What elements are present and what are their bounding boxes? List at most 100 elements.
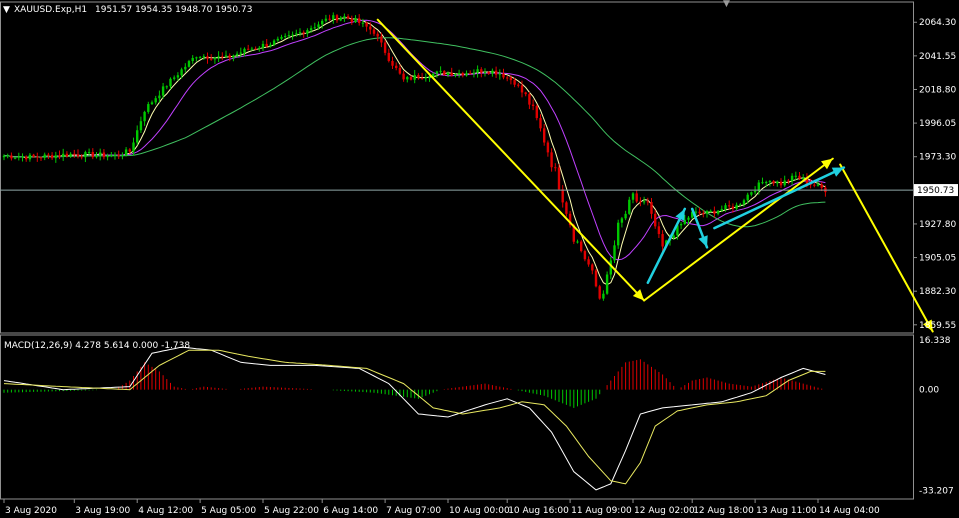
candle-body [524, 92, 527, 95]
candle-body [380, 36, 383, 43]
candle-body [565, 202, 568, 214]
candle-body [472, 72, 476, 74]
candle-body [265, 43, 268, 47]
candle-body [654, 213, 657, 227]
candle-body [687, 217, 690, 220]
chart: 2064.30 2041.55 2018.80 1996.05 1973.30 1927.… [0, 0, 959, 518]
candle-body [450, 72, 453, 76]
candle-body [461, 72, 464, 76]
candle-body [742, 200, 746, 205]
candle-body [661, 234, 664, 247]
candle-body [302, 32, 305, 34]
candle-body [550, 152, 553, 168]
candle-body [794, 175, 797, 177]
candle-body [154, 98, 157, 103]
price-tick-label: 2018.80 [919, 85, 956, 95]
candle-body [502, 73, 505, 78]
candle-body [476, 69, 479, 73]
candle-body [309, 28, 313, 31]
candle-body [195, 57, 198, 59]
panel-shift-icon[interactable]: ▼ [723, 0, 730, 9]
time-tick-label: 12 Aug 02:00 [634, 506, 695, 516]
candle-body [528, 94, 531, 105]
candle-body [287, 35, 291, 37]
candle-body [106, 155, 109, 158]
candle-body [62, 153, 65, 157]
candle-body [147, 104, 150, 112]
candle-body [761, 182, 764, 184]
candle-body [420, 77, 424, 79]
candle-body [169, 78, 172, 87]
candle-body [642, 201, 646, 203]
candle-body [517, 84, 520, 86]
candle-body [646, 201, 649, 203]
candle [580, 240, 583, 253]
candle-body [191, 57, 194, 62]
candle-body [539, 118, 542, 129]
candle-body [820, 184, 823, 188]
candle-body [110, 155, 113, 157]
candle-body [124, 149, 128, 156]
candle-body [139, 121, 143, 131]
candle-body [698, 211, 701, 214]
candle-body [779, 181, 783, 186]
candle-body [121, 155, 124, 157]
candle-body [10, 155, 13, 159]
candle-body [221, 56, 224, 58]
candle-body [480, 69, 483, 73]
candle-body [713, 210, 716, 214]
candle-body [768, 181, 772, 183]
candle-body [165, 86, 168, 88]
candle-body [639, 201, 642, 203]
time-tick-label: 3 Aug 19:00 [75, 506, 130, 516]
candle-body [69, 153, 72, 157]
candle [535, 104, 538, 121]
candle-body [298, 32, 302, 34]
candle-body [313, 27, 316, 29]
candle-body [87, 152, 91, 154]
candle-body [136, 130, 139, 143]
macd-tick-label: 0.00 [919, 386, 939, 396]
candle-body [217, 56, 220, 58]
candle-body [2, 155, 6, 158]
candle-body [161, 86, 165, 96]
candle-body [28, 154, 32, 160]
candle-body [750, 192, 753, 195]
candle-body [391, 60, 394, 66]
candle-body [365, 22, 368, 27]
candle-body [702, 213, 705, 215]
candle-body [206, 56, 209, 59]
candle-body [284, 35, 287, 37]
candle-body [173, 77, 176, 79]
candle-body [332, 15, 335, 20]
candle-body [731, 206, 735, 209]
candle-body [728, 205, 731, 207]
candle [594, 268, 598, 288]
candle-body [21, 156, 24, 158]
candle-body [672, 235, 675, 239]
candle-body [557, 167, 561, 190]
candle-body [409, 77, 413, 80]
candle-body [580, 241, 583, 252]
candle-body [328, 18, 331, 20]
candle-body [158, 95, 161, 99]
candle-body [417, 75, 420, 78]
candle-body [354, 18, 357, 23]
candle-body [446, 72, 450, 76]
candle-body [395, 65, 398, 69]
candle-body [343, 16, 346, 18]
candle-body [387, 52, 390, 61]
candle-body [628, 199, 631, 214]
candle-body [50, 155, 54, 159]
candle-body [598, 286, 601, 299]
candle-body [798, 175, 801, 179]
macd-label: MACD(12,26,9) 4.278 5.614 0.000 -1.738 [4, 341, 190, 351]
candle-body [36, 156, 39, 158]
candle-body [25, 156, 28, 160]
candle-body [132, 142, 135, 152]
price-tick-label: 2064.30 [919, 18, 956, 28]
candle-body [261, 43, 265, 48]
candle-body [591, 264, 594, 271]
chart-menu-icon[interactable]: ▼ [3, 5, 10, 15]
candle-body [317, 24, 320, 28]
